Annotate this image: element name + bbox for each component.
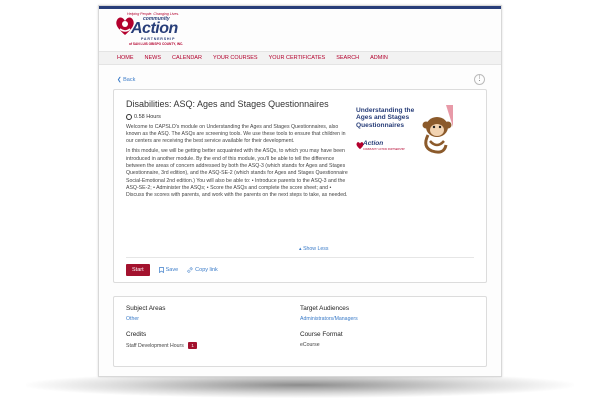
hours-value: 0.58 Hours [134,113,161,120]
nav-item-your-courses[interactable]: YOUR COURSES [213,52,258,64]
course-details-card: Subject Areas Other Credits Staff Develo… [113,296,487,367]
course-format-value: eCourse [300,342,320,348]
nav-item-calendar[interactable]: CALENDAR [172,52,202,64]
credits-row: Staff Development Hours 1 [126,342,276,349]
nav-item-news[interactable]: NEWS [145,52,162,64]
start-button[interactable]: Start [126,264,150,276]
main-nav: HOME NEWS CALENDAR YOUR COURSES YOUR CER… [99,51,501,65]
header: Helping People. Changing Lives. communit… [99,9,501,51]
thumbnail-logo-word: Action [363,140,384,147]
thumbnail-logo-sub: COMMUNITY ACTION PARTNERSHIP [363,148,405,151]
thumbnail-title: Understanding the Ages and Stages Questi… [356,107,415,129]
nav-item-search[interactable]: SEARCH [336,52,359,64]
credits-value: Staff Development Hours [126,343,184,349]
course-title: Disabilities: ASQ: Ages and Stages Quest… [126,99,329,109]
kebab-icon[interactable]: ⋮ [474,74,485,85]
main-content: ❮ Back ⋮ Disabilities: ASQ: Ages and Sta… [99,65,501,367]
logo-word-county: of SAN LUIS OBISPO COUNTY, INC. [129,42,184,46]
description-paragraph-1: Welcome to CAPSLO's module on Understand… [126,123,346,145]
back-row: ❮ Back ⋮ [113,65,487,89]
chevron-left-icon: ❮ [117,77,122,83]
browser-frame: Helping People. Changing Lives. communit… [98,5,502,377]
card-divider [126,257,474,258]
logo-word-partnership: PARTNERSHIP [141,37,176,41]
credits-count-badge: 1 [188,342,197,349]
nav-item-admin[interactable]: ADMIN [370,52,388,64]
save-button[interactable]: Save [158,267,179,273]
course-thumbnail: Understanding the Ages and Stages Questi… [354,105,454,165]
site-logo[interactable]: Helping People. Changing Lives. communit… [113,12,193,50]
details-left-column: Subject Areas Other Credits Staff Develo… [126,305,276,349]
monkey-illustration-icon [422,105,453,154]
copy-link-label: Copy link [195,267,218,273]
back-label: Back [123,77,136,83]
back-link[interactable]: ❮ Back [117,77,135,83]
course-description: Welcome to CAPSLO's module on Understand… [126,124,348,200]
course-card: Disabilities: ASQ: Ages and Stages Quest… [113,89,487,283]
nav-item-home[interactable]: HOME [117,52,134,64]
target-audiences-heading: Target Audiences [300,305,350,312]
show-less-link[interactable]: ▴ Show Less [299,246,328,252]
logo-word-action: Action [131,20,178,37]
details-right-column: Target Audiences Administrators/Managers… [300,305,450,348]
description-paragraph-2: In this module, we will be getting bette… [126,148,348,199]
clock-icon [126,113,132,120]
course-format-heading: Course Format [300,331,343,338]
thumbnail-logo: Action COMMUNITY ACTION PARTNERSHIP [356,139,405,154]
show-less-label: Show Less [303,246,329,252]
subject-areas-heading: Subject Areas [126,305,166,312]
course-actions: Start Save Copy link [126,264,218,276]
copy-link-button[interactable]: Copy link [187,267,218,273]
nav-item-your-certificates[interactable]: YOUR CERTIFICATES [269,52,326,64]
bookmark-icon [158,267,164,273]
link-icon [187,267,193,273]
chevron-up-icon: ▴ [299,246,302,252]
credits-heading: Credits [126,331,147,338]
save-label: Save [165,267,179,273]
